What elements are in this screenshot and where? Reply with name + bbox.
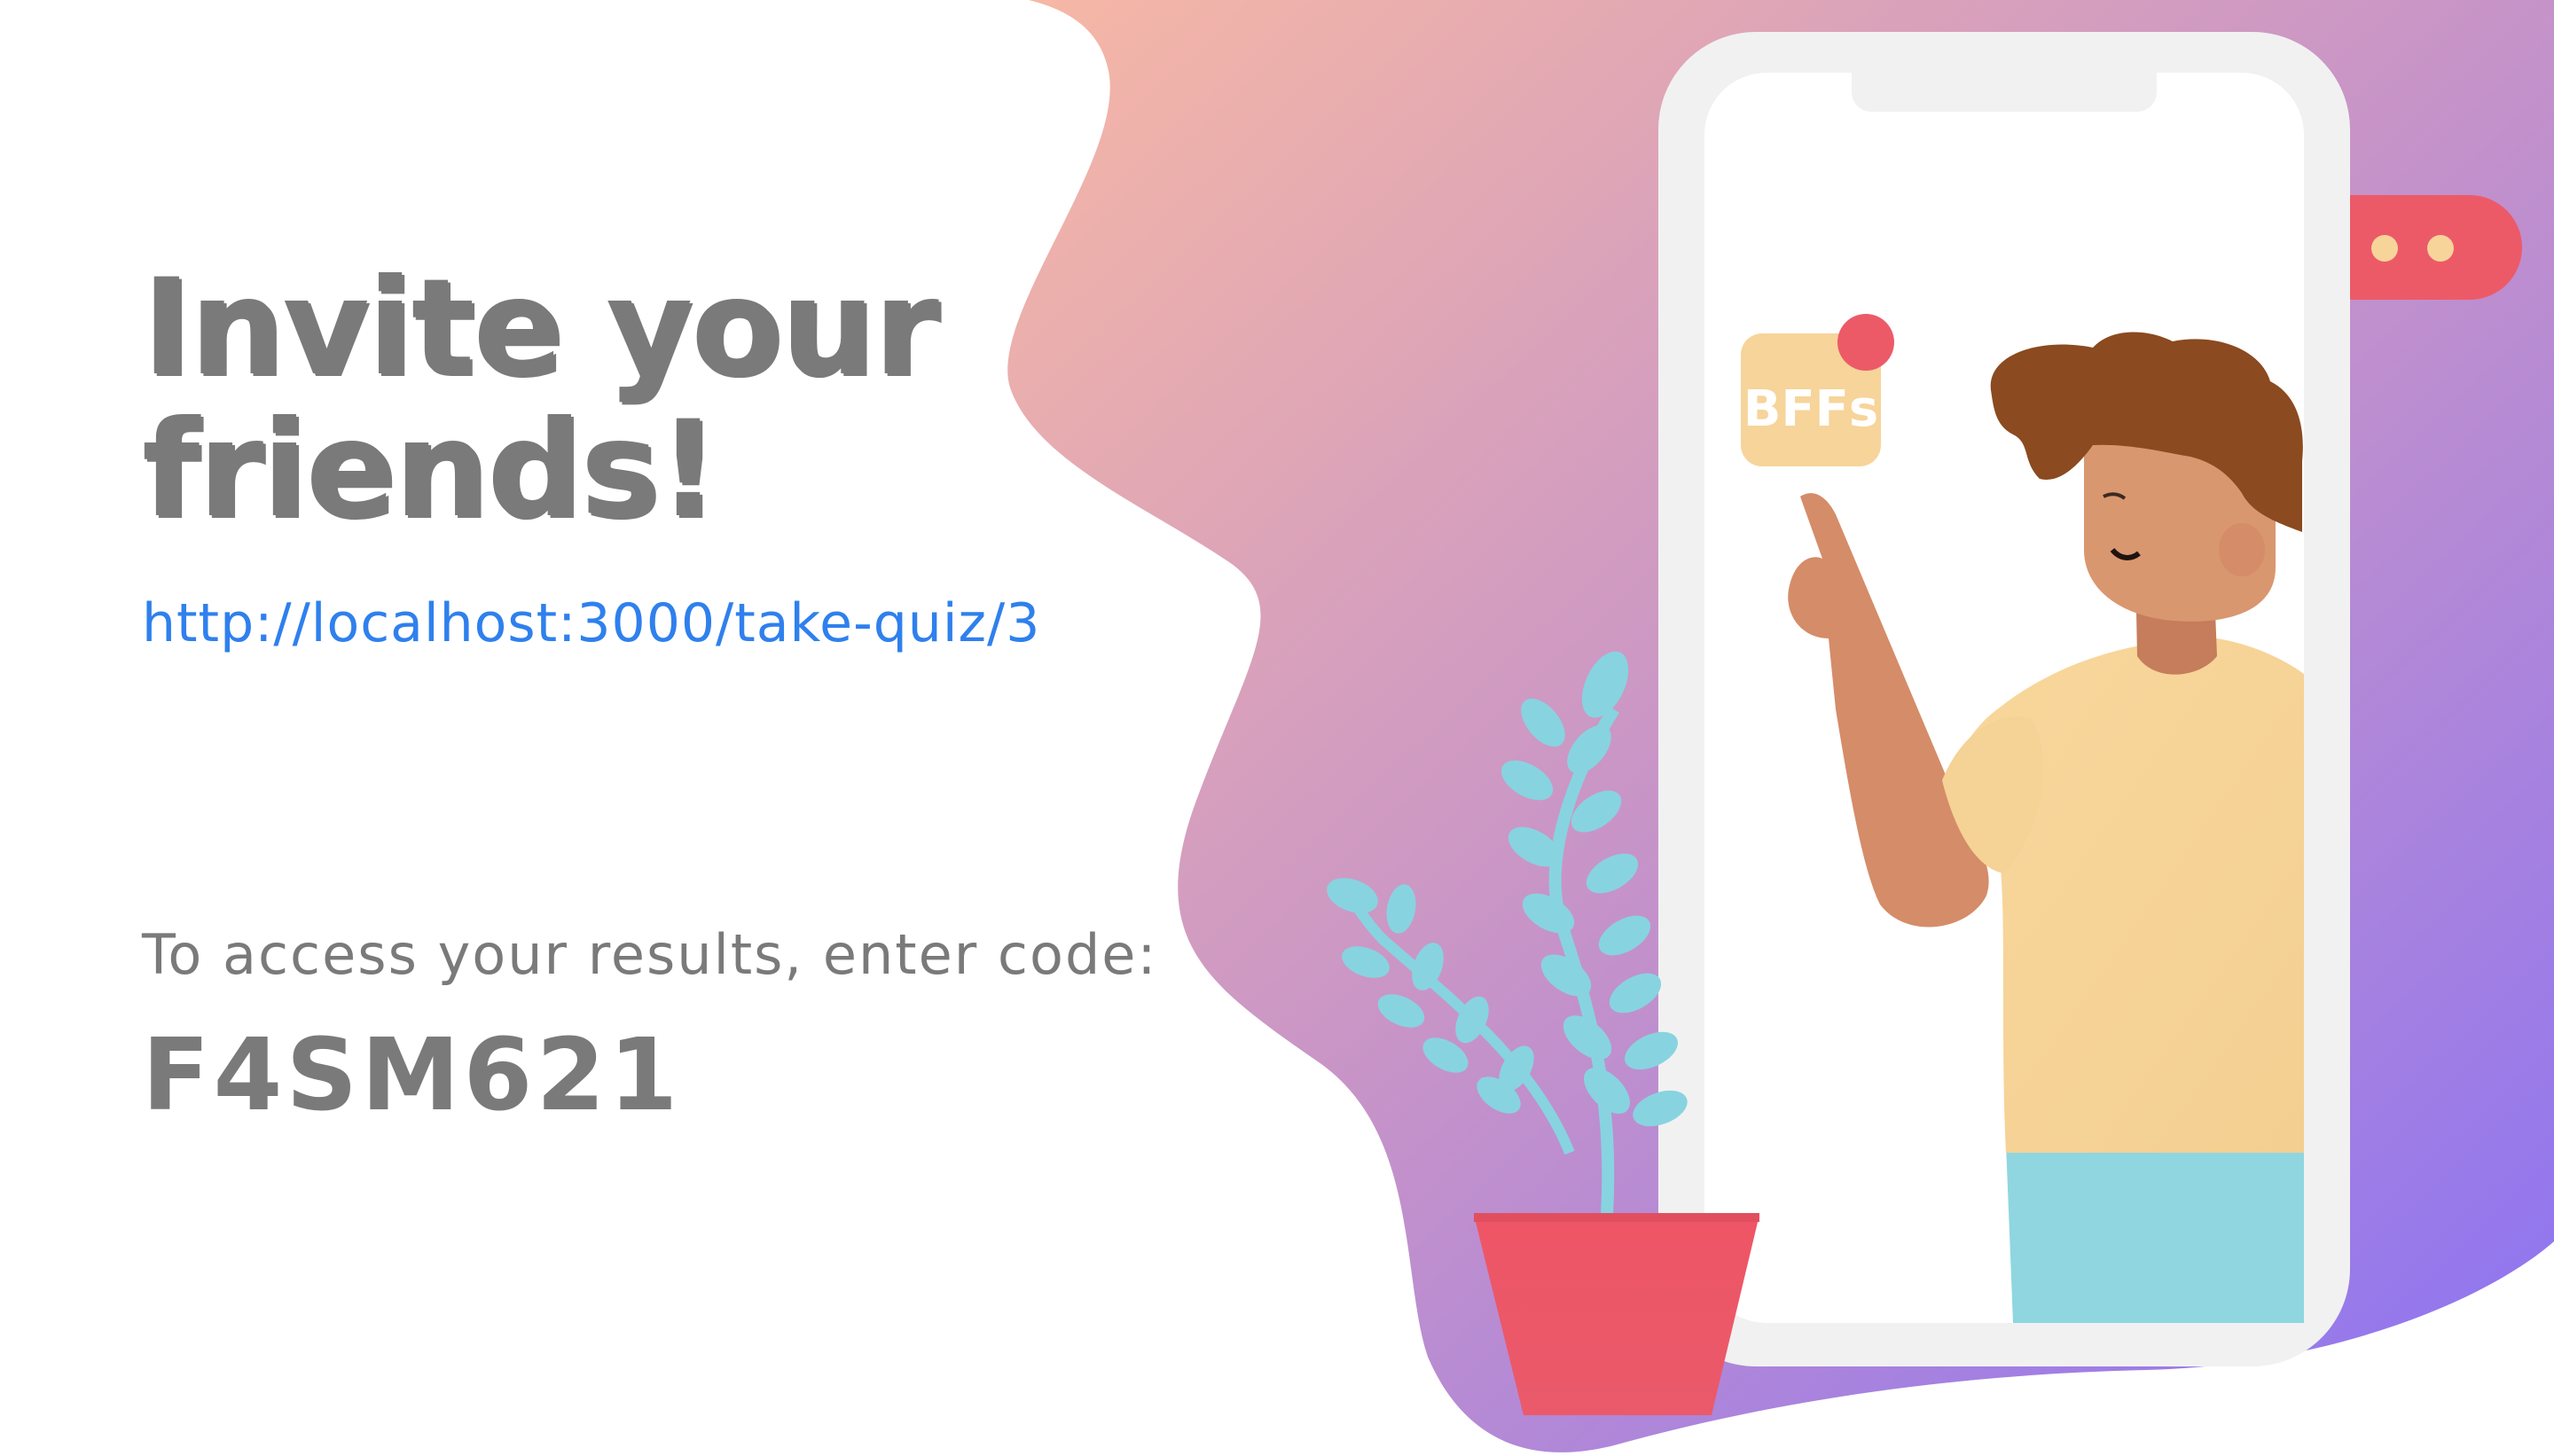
- page-title: Invite your friends!: [142, 257, 1162, 541]
- app-badge-label: BFFs: [1743, 380, 1879, 438]
- invite-section: Invite your friends! http://localhost:30…: [142, 257, 1162, 654]
- plant-pot: [1474, 1215, 1759, 1415]
- title-line-1: Invite your: [142, 251, 939, 405]
- results-code: F4SM621: [142, 1018, 682, 1133]
- invite-page: BFFs Invite your friends! http://localho…: [0, 0, 2554, 1456]
- quiz-share-link[interactable]: http://localhost:3000/take-quiz/3: [142, 592, 1040, 654]
- title-line-2: friends!: [142, 393, 718, 547]
- background-illustration: BFFs: [1007, 0, 2554, 1452]
- app-badge: BFFs: [1741, 314, 1894, 466]
- results-code-label: To access your results, enter code:: [142, 922, 1158, 987]
